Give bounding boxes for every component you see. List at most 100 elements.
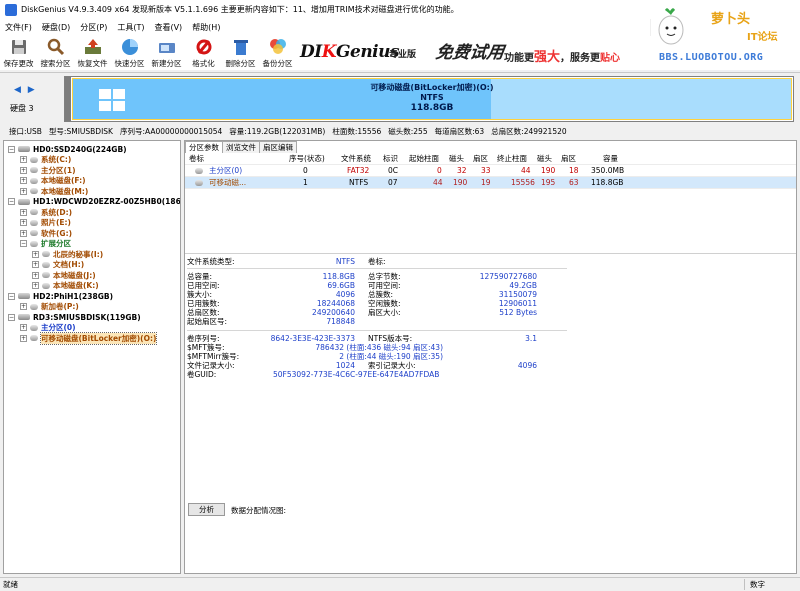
backup-partition-button[interactable]: 备份分区 [259,36,296,70]
sector-size-value: 512 Bytes [499,308,537,317]
tree-disk-node[interactable]: − HD0:SSD240G(224GB) [8,144,127,154]
tree-partition-node[interactable]: + 系统(C:) [20,155,71,165]
tab-browse-files[interactable]: 浏览文件 [222,141,260,153]
disk-serial: 序列号:AA00000000015054 [119,126,223,136]
expand-toggle-icon[interactable]: + [32,261,39,268]
expand-toggle-icon[interactable]: − [8,292,15,300]
expand-toggle-icon[interactable]: − [8,198,15,205]
promo-banner[interactable]: DIKGenius 专业版 免费试用 功能更强大，服务更贴心 [296,36,626,69]
expand-toggle-icon[interactable]: + [20,229,27,237]
tree-partition-node[interactable]: + 可移动磁盘(BitLocker加密)(O:) [20,331,158,345]
row-start-head: 190 [453,178,468,187]
tree-partition-node[interactable]: + 新加卷(P:) [20,302,79,312]
tree-node-label: 北辰的秘事(I:) [53,249,104,259]
menu-partition[interactable]: 分区(P) [75,22,112,33]
save-changes-button[interactable]: 保存更改 [0,36,37,70]
row-end-sector: 63 [569,178,579,187]
row-filesystem: FAT32 [347,166,370,175]
new-partition-button[interactable]: 新建分区 [148,36,185,70]
col-index[interactable]: 序号(状态) [289,153,325,165]
search-partition-button[interactable]: 搜索分区 [37,36,74,70]
expand-toggle-icon[interactable]: − [20,240,27,247]
expand-toggle-icon[interactable]: + [20,324,27,331]
col-end-head[interactable]: 磁头 [537,153,552,165]
col-capacity[interactable]: 容量 [603,153,618,165]
partition-panel: 分区参数 浏览文件 扇区编辑 卷标 序号(状态) 文件系统 标识 起始柱面 磁头… [184,140,797,574]
col-start-cyl[interactable]: 起始柱面 [409,153,439,165]
delete-partition-button[interactable]: 删除分区 [222,36,259,70]
menu-view[interactable]: 查看(V) [149,22,187,33]
partition-icon [30,303,38,310]
menu-help[interactable]: 帮助(H) [187,22,225,33]
expand-toggle-icon[interactable]: + [20,156,27,163]
tab-sector-edit[interactable]: 扇区编辑 [259,141,297,153]
col-end-sector[interactable]: 扇区 [561,153,576,165]
fs-type-label: 文件系统类型: [187,257,235,266]
partition-icon [30,335,38,341]
menu-tools[interactable]: 工具(T) [112,22,149,33]
partition-block[interactable]: 可移动磁盘(BitLocker加密)(O:) NTFS 118.8GB [72,78,792,120]
tree-partition-node[interactable]: + 照片(E:) [20,218,71,228]
tree-partition-node[interactable]: + 文档(H:) [32,260,84,270]
tab-partition-params[interactable]: 分区参数 [185,141,223,153]
recover-files-button[interactable]: 恢复文件 [74,36,111,70]
menu-bar: 文件(F) 硬盘(D) 分区(P) 工具(T) 查看(V) 帮助(H) [0,19,650,36]
row-index: 0 [303,166,308,175]
col-id[interactable]: 标识 [383,153,398,165]
tree-node-label: HD1:WDCWD20EZRZ-00Z5HB0(1863GB) [33,197,181,206]
tree-disk-node[interactable]: − HD1:WDCWD20EZRZ-00Z5HB0(1863GB) [8,197,181,207]
disk-heads: 磁头数:255 [388,126,428,136]
save-changes-label: 保存更改 [3,59,34,68]
total-sectors-label: 总扇区数: [187,308,220,317]
mftmirr-cluster-label: $MFTMirr簇号: [187,352,240,361]
tree-node-label: 照片(E:) [41,218,71,227]
col-start-sector[interactable]: 扇区 [473,153,488,165]
expand-toggle-icon[interactable]: + [32,282,39,289]
partition-icon [195,180,203,186]
format-button[interactable]: 格式化 [185,36,222,70]
total-capacity-label: 总容量: [187,272,213,281]
analyze-button[interactable]: 分析 [188,503,225,516]
expand-toggle-icon[interactable]: + [20,334,27,342]
tree-partition-node[interactable]: + 本地磁盘(F:) [20,176,86,186]
expand-toggle-icon[interactable]: − [8,145,15,153]
disk-map[interactable]: 可移动磁盘(BitLocker加密)(O:) NTFS 118.8GB [64,76,794,122]
tree-partition-node[interactable]: + 北辰的秘事(I:) [32,249,103,259]
expand-toggle-icon[interactable]: + [20,219,27,226]
expand-toggle-icon[interactable]: + [32,250,39,258]
tree-partition-node[interactable]: + 系统(D:) [20,207,72,217]
expand-toggle-icon[interactable]: + [20,187,27,195]
col-end-cyl[interactable]: 终止柱面 [497,153,527,165]
tree-partition-node[interactable]: + 本地磁盘(K:) [32,281,99,291]
tree-partition-node[interactable]: + 软件(G:) [20,228,72,238]
table-row[interactable]: 可移动磁... 1 NTFS 07 44 190 19 15556 195 63… [185,177,796,189]
menu-disk[interactable]: 硬盘(D) [37,22,75,33]
tree-partition-node[interactable]: + 主分区(1) [20,165,76,175]
tree-partition-node[interactable]: + 本地磁盘(J:) [32,270,96,280]
tree-node-label: 可移动磁盘(BitLocker加密)(O:) [39,331,158,345]
expand-toggle-icon[interactable]: + [20,166,27,174]
tree-partition-node[interactable]: + 本地磁盘(M:) [20,186,88,196]
disk-nav-arrows[interactable]: ◀ ▶ [14,85,37,95]
tree-partition-node[interactable]: + 主分区(0) [20,323,76,333]
expand-toggle-icon[interactable]: + [32,271,39,279]
row-start-cyl: 0 [437,166,442,175]
partition-icon [30,188,38,194]
tree-disk-node[interactable]: − RD3:SMIUSBDISK(119GB) [8,312,141,322]
data-allocation-label: 数据分配情况图: [231,506,287,515]
tree-partition-node[interactable]: − 扩展分区 [20,239,71,249]
tree-disk-node[interactable]: − HD2:PhiH1(238GB) [8,291,113,301]
col-volume-label[interactable]: 卷标 [189,153,204,165]
table-row[interactable]: 主分区(0) 0 FAT32 0C 0 32 33 44 190 18 350.… [185,165,796,177]
col-filesystem[interactable]: 文件系统 [341,153,371,165]
expand-toggle-icon[interactable]: − [8,313,15,321]
row-end-cyl: 15556 [511,178,535,187]
col-start-head[interactable]: 磁头 [449,153,464,165]
quick-partition-button[interactable]: 快速分区 [111,36,148,70]
expand-toggle-icon[interactable]: + [20,303,27,310]
expand-toggle-icon[interactable]: + [20,208,27,216]
expand-toggle-icon[interactable]: + [20,177,27,184]
menu-file[interactable]: 文件(F) [0,22,37,33]
unallocated-strip[interactable] [65,77,71,121]
volume-label-label: 卷标: [368,257,386,266]
